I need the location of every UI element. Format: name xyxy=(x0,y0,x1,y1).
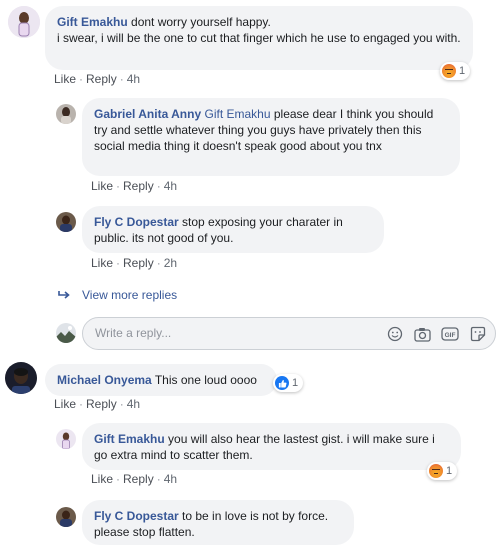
gif-icon[interactable]: GIF xyxy=(441,326,459,342)
like-link[interactable]: Like xyxy=(91,256,113,270)
comment-author[interactable]: Fly C Dopestar xyxy=(94,509,179,523)
svg-text:GIF: GIF xyxy=(445,332,456,339)
camera-icon[interactable] xyxy=(413,326,431,342)
reaction-count: 1 xyxy=(446,465,453,477)
comment-bubble: Gabriel Anita Anny Gift Emakhu please de… xyxy=(82,98,460,176)
comment-bubble: Michael Onyema This one loud oooo xyxy=(45,364,277,396)
comment-actions: Like · Reply · 4h xyxy=(54,397,141,411)
reply-link[interactable]: Reply xyxy=(123,179,154,193)
timestamp[interactable]: 4h xyxy=(127,397,140,411)
comment-author[interactable]: Michael Onyema xyxy=(57,373,152,387)
angry-reaction-icon xyxy=(429,464,443,478)
emoji-icon[interactable] xyxy=(386,326,404,342)
reply-arrow-icon xyxy=(58,291,70,299)
reply-link[interactable]: Reply xyxy=(123,256,154,270)
comment-author[interactable]: Fly C Dopestar xyxy=(94,215,179,229)
view-more-replies[interactable]: View more replies xyxy=(58,288,177,302)
comment-bubble: Gift Emakhu you will also hear the laste… xyxy=(82,423,461,470)
timestamp[interactable]: 4h xyxy=(164,179,177,193)
reaction-count: 1 xyxy=(292,377,299,389)
avatar[interactable] xyxy=(56,507,76,527)
angry-reaction-icon xyxy=(442,64,456,78)
reply-link[interactable]: Reply xyxy=(123,472,154,486)
like-link[interactable]: Like xyxy=(54,397,76,411)
reply-input[interactable] xyxy=(93,325,367,341)
avatar[interactable] xyxy=(56,104,76,124)
timestamp[interactable]: 2h xyxy=(164,256,177,270)
avatar[interactable] xyxy=(56,212,76,232)
comment-author[interactable]: Gift Emakhu xyxy=(57,15,128,29)
comment-bubble: Fly C Dopestar stop exposing your charat… xyxy=(82,206,384,253)
comment-bubble: Gift Emakhu dont worry yourself happy. i… xyxy=(45,6,473,70)
reply-link[interactable]: Reply xyxy=(86,397,117,411)
comment-author[interactable]: Gift Emakhu xyxy=(94,432,165,446)
reply-box: GIF xyxy=(82,317,496,350)
sticker-icon[interactable] xyxy=(469,326,487,342)
reaction-badge[interactable]: 1 xyxy=(427,462,458,480)
reaction-badge[interactable]: 1 xyxy=(440,62,471,80)
reply-link[interactable]: Reply xyxy=(86,72,117,86)
like-link[interactable]: Like xyxy=(91,179,113,193)
comment-text: This one loud oooo xyxy=(154,373,257,387)
current-user-avatar xyxy=(56,323,76,343)
mention[interactable]: Gift Emakhu xyxy=(204,107,270,121)
avatar[interactable] xyxy=(8,6,40,38)
avatar[interactable] xyxy=(56,429,76,449)
reaction-badge[interactable]: 1 xyxy=(273,374,304,392)
comment-author[interactable]: Gabriel Anita Anny xyxy=(94,107,201,121)
like-reaction-icon xyxy=(275,376,289,390)
view-more-label[interactable]: View more replies xyxy=(82,288,177,302)
avatar[interactable] xyxy=(5,362,37,394)
like-link[interactable]: Like xyxy=(91,472,113,486)
reaction-count: 1 xyxy=(459,65,466,77)
timestamp[interactable]: 4h xyxy=(127,72,140,86)
comment-actions: Like · Reply · 4h xyxy=(54,72,141,86)
comment-actions: Like · Reply · 2h xyxy=(91,256,178,270)
comment-bubble: Fly C Dopestar to be in love is not by f… xyxy=(82,500,354,545)
comment-actions: Like · Reply · 4h xyxy=(91,472,178,486)
comment-actions: Like · Reply · 4h xyxy=(91,179,178,193)
like-link[interactable]: Like xyxy=(54,72,76,86)
timestamp[interactable]: 4h xyxy=(164,472,177,486)
